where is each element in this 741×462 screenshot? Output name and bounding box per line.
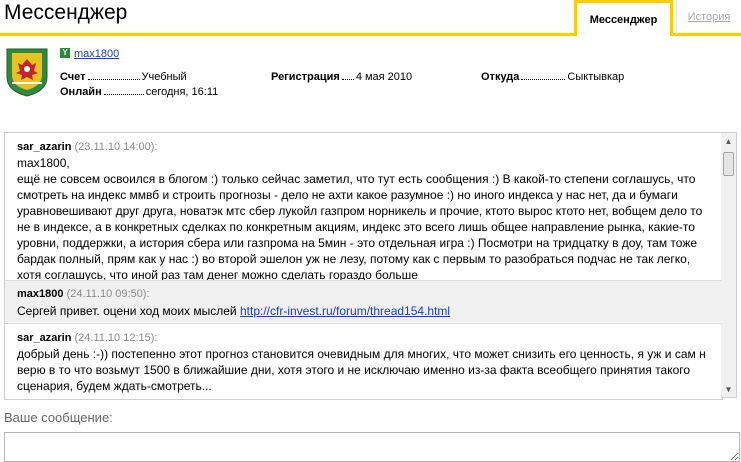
vertical-scrollbar[interactable]: ▲ ▼ — [721, 132, 737, 398]
scroll-thumb[interactable] — [723, 152, 734, 176]
scroll-down-icon[interactable]: ▼ — [721, 381, 736, 397]
message-time: (23.11.10 14:00): — [74, 141, 158, 153]
from-label: Откуда — [481, 71, 520, 83]
message-time: (24.11.10 09:50): — [66, 288, 150, 300]
tab-history[interactable]: История — [676, 0, 741, 34]
message-item: sar_azarin (24.11.10 12:15): добрый день… — [5, 324, 722, 399]
message-author: sar_azarin — [17, 332, 72, 344]
message-author: max1800 — [17, 288, 64, 300]
registration-label: Регистрация — [271, 71, 340, 83]
message-link[interactable]: http://cfr-invest.ru/forum/thread154.htm… — [240, 304, 450, 318]
page-title: Мессенджер — [4, 1, 128, 24]
account-field: Счет Учебный — [60, 70, 187, 83]
online-field: Онлайн сегодня, 16:11 — [60, 85, 218, 98]
message-item: max1800 (24.11.10 09:50): Сергей привет.… — [5, 281, 722, 322]
scroll-up-icon[interactable]: ▲ — [721, 133, 736, 149]
message-author: sar_azarin — [17, 141, 72, 153]
account-value: Учебный — [141, 71, 187, 83]
avatar[interactable] — [4, 47, 50, 97]
registration-value: 4 мая 2010 — [355, 71, 413, 83]
message-item: sar_azarin (23.11.10 14:00): max1800, ещ… — [5, 133, 722, 282]
message-history[interactable]: sar_azarin (23.11.10 14:00): max1800, ещ… — [4, 132, 723, 400]
tab-messenger[interactable]: Мессенджер — [574, 0, 673, 36]
from-value: Сыктывкар — [567, 71, 625, 83]
message-text: Сергей привет. оцени ход моих мыслей htt… — [17, 304, 451, 318]
message-text: добрый день :-)) постепенно этот прогноз… — [17, 347, 706, 393]
online-value: сегодня, 16:11 — [145, 86, 219, 98]
from-field: Откуда Сыктывкар — [481, 70, 624, 83]
online-label: Онлайн — [60, 86, 102, 98]
reply-label: Ваше сообщение: — [4, 410, 113, 425]
reply-input[interactable] — [4, 432, 740, 462]
account-label: Счет — [60, 71, 86, 83]
message-time: (24.11.10 12:15): — [74, 332, 158, 344]
registration-field: Регистрация 4 мая 2010 — [271, 70, 412, 83]
yandex-badge-icon: Y — [60, 48, 70, 58]
message-text: max1800, ещё не совсем освоился в блогом… — [17, 156, 703, 282]
username-link[interactable]: max1800 — [74, 48, 119, 60]
